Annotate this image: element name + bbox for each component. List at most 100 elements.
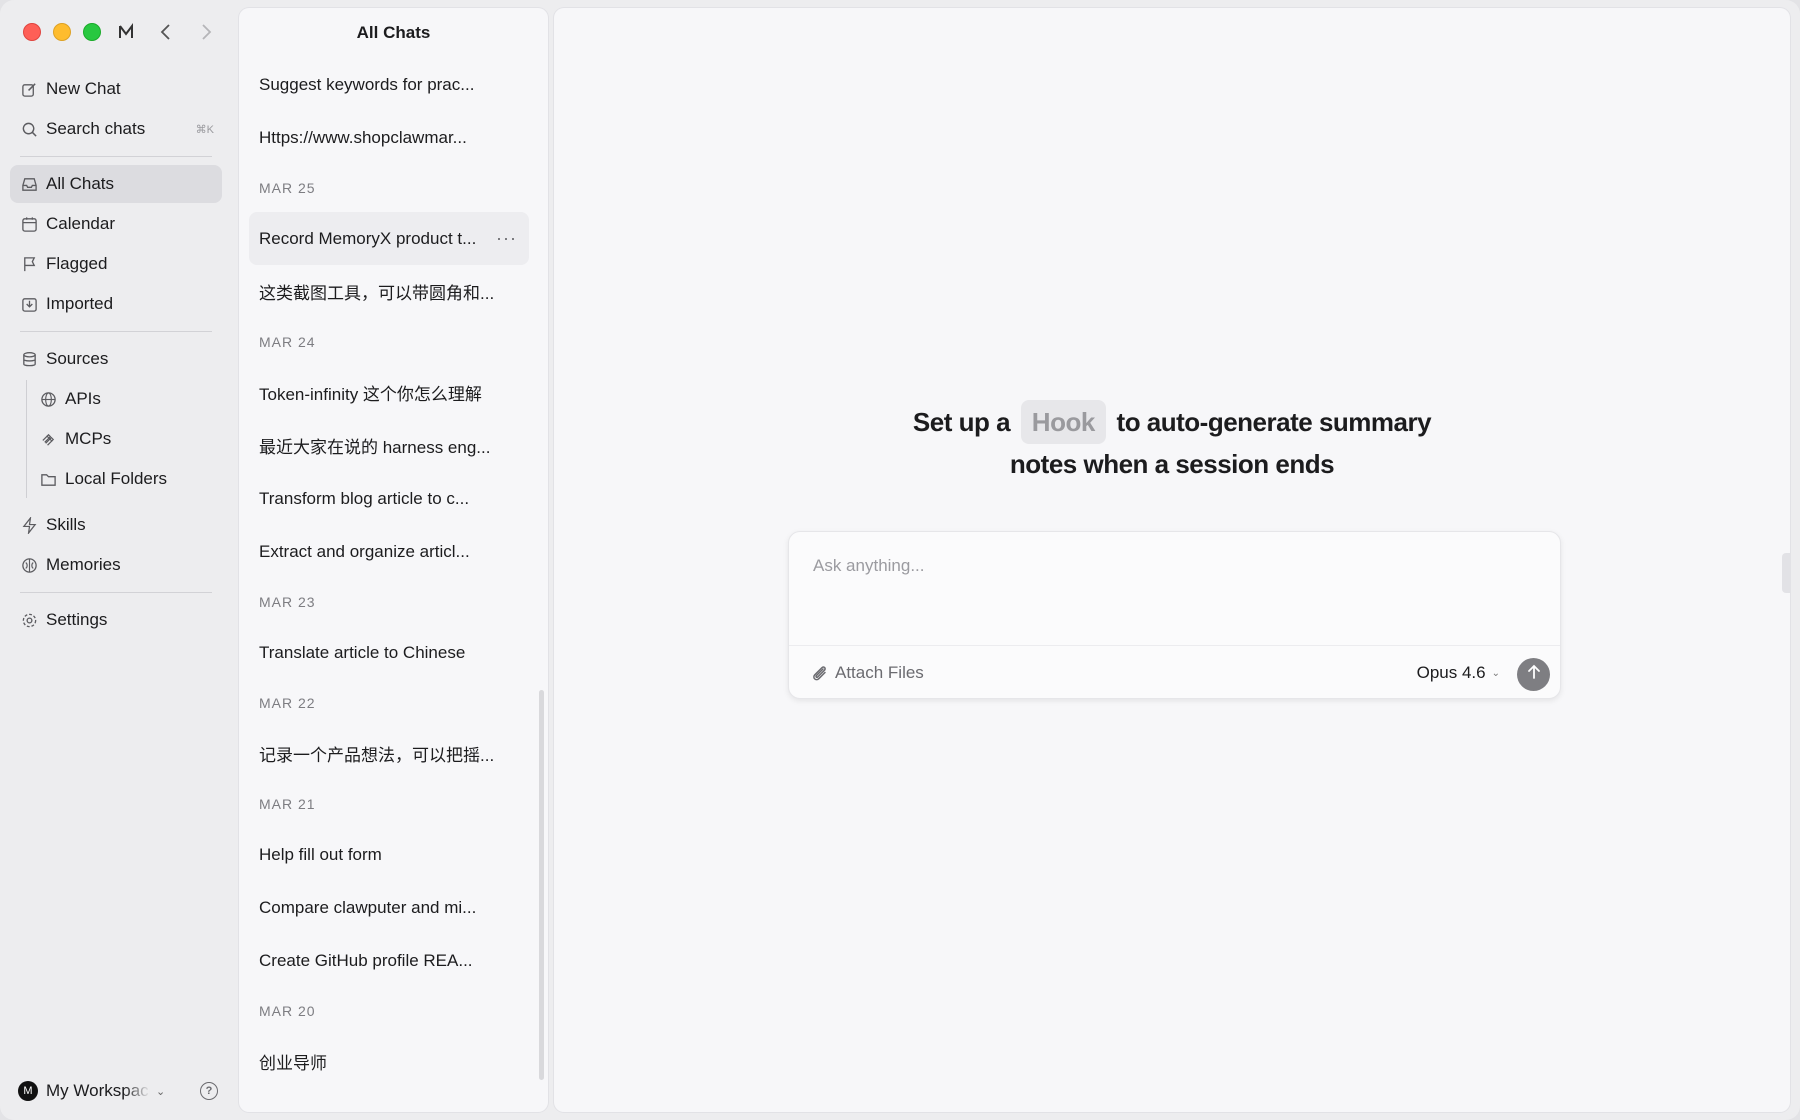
- all-chats-label: All Chats: [46, 174, 115, 193]
- date-header: MAR 21: [259, 796, 316, 812]
- attach-files-label: Attach Files: [835, 663, 924, 682]
- sidebar-item-imported[interactable]: Imported: [10, 285, 222, 323]
- chat-list-item[interactable]: Https://www.shopclawmar...: [249, 111, 529, 164]
- hook-prompt-line1: Set up a Hook to auto-generate summary: [554, 400, 1790, 444]
- divider: [20, 592, 212, 593]
- sidebar-item-settings[interactable]: Settings: [10, 601, 222, 639]
- chat-list-item[interactable]: Token-infinity 这个你怎么理解: [249, 366, 529, 419]
- sidebar-item-calendar[interactable]: Calendar: [10, 205, 222, 243]
- back-arrow-icon[interactable]: [156, 18, 176, 46]
- search-chats-label: Search chats: [46, 119, 146, 138]
- sidebar-item-mcps[interactable]: MCPs: [27, 420, 222, 458]
- sidebar: New Chat Search chats ⌘K All Chats Calen…: [0, 0, 236, 1120]
- date-header: MAR 20: [259, 1003, 316, 1019]
- paperclip-icon: [809, 663, 829, 683]
- apis-label: APIs: [65, 389, 101, 408]
- chat-list-item[interactable]: 记录一个产品想法，可以把摇...: [249, 727, 529, 780]
- composer: Attach Files Opus 4.6 ⌄: [788, 531, 1561, 699]
- attach-files-button[interactable]: Attach Files: [809, 663, 924, 683]
- calendar-label: Calendar: [46, 214, 115, 233]
- sidebar-nav: New Chat Search chats ⌘K All Chats Calen…: [10, 70, 222, 641]
- chat-list-item[interactable]: 最近大家在说的 harness eng...: [249, 419, 529, 472]
- arrow-up-icon: [1527, 664, 1541, 685]
- memories-label: Memories: [46, 555, 121, 574]
- search-icon: [20, 120, 38, 138]
- hook-prompt: Set up a Hook to auto-generate summary n…: [554, 400, 1790, 485]
- help-icon[interactable]: ?: [200, 1082, 218, 1100]
- chevron-down-icon: ⌄: [1491, 667, 1500, 679]
- chat-list-item[interactable]: Translate article to Chinese: [249, 626, 529, 679]
- mcps-label: MCPs: [65, 429, 112, 448]
- hero-text-post: to auto-generate summary: [1116, 407, 1432, 437]
- avatar: M: [18, 1081, 38, 1101]
- chat-list-item[interactable]: Transform blog article to c...: [249, 472, 529, 525]
- minimize-window-button[interactable]: [53, 23, 71, 41]
- chat-input[interactable]: [789, 532, 1560, 645]
- close-window-button[interactable]: [23, 23, 41, 41]
- chat-list-panel: All Chats Suggest keywords for prac... H…: [239, 8, 548, 1112]
- brain-icon: [20, 556, 38, 574]
- globe-icon: [39, 390, 57, 408]
- inbox-icon: [20, 175, 38, 193]
- skills-label: Skills: [46, 515, 86, 534]
- chat-list: Suggest keywords for prac... Https://www…: [239, 58, 539, 1088]
- panel-resize-handle[interactable]: [1782, 553, 1790, 593]
- date-header: MAR 24: [259, 334, 316, 350]
- chat-list-item[interactable]: 这类截图工具，可以带圆角和...: [249, 265, 529, 318]
- window-controls: [23, 23, 101, 41]
- sources-label: Sources: [46, 349, 109, 368]
- settings-label: Settings: [46, 610, 108, 629]
- hero-text-pre: Set up a: [912, 407, 1011, 437]
- app-window: New Chat Search chats ⌘K All Chats Calen…: [0, 0, 1800, 1120]
- chat-list-title: All Chats: [356, 23, 431, 42]
- sidebar-item-flagged[interactable]: Flagged: [10, 245, 222, 283]
- app-logo-icon[interactable]: [116, 18, 136, 46]
- sidebar-item-skills[interactable]: Skills: [10, 506, 222, 544]
- chat-list-item[interactable]: Compare clawputer and mi...: [249, 881, 529, 934]
- model-selector[interactable]: Opus 4.6 ⌄: [1417, 663, 1500, 683]
- sidebar-item-local-folders[interactable]: Local Folders: [27, 460, 222, 498]
- forward-arrow-icon[interactable]: [196, 18, 216, 46]
- zoom-window-button[interactable]: [83, 23, 101, 41]
- sidebar-item-all-chats[interactable]: All Chats: [10, 165, 222, 203]
- new-chat-button[interactable]: New Chat: [10, 70, 222, 108]
- compose-icon: [20, 80, 38, 98]
- calendar-icon: [20, 215, 38, 233]
- date-header: MAR 25: [259, 180, 316, 196]
- lightning-icon: [20, 516, 38, 534]
- hook-prompt-line2: notes when a session ends: [1009, 449, 1335, 479]
- flag-icon: [20, 255, 38, 273]
- search-chats-button[interactable]: Search chats ⌘K: [10, 110, 222, 148]
- more-options-icon[interactable]: ···: [496, 228, 517, 249]
- model-label: Opus 4.6: [1416, 663, 1486, 682]
- sidebar-item-apis[interactable]: APIs: [27, 380, 222, 418]
- hook-link[interactable]: Hook: [1020, 400, 1106, 444]
- new-chat-label: New Chat: [46, 79, 121, 98]
- send-button[interactable]: [1517, 658, 1550, 691]
- top-toolbar: [116, 18, 216, 46]
- flagged-label: Flagged: [46, 254, 108, 273]
- chevron-down-icon: ⌄: [156, 1085, 166, 1098]
- sidebar-item-memories[interactable]: Memories: [10, 546, 222, 584]
- chat-title: Record MemoryX product t...: [259, 228, 477, 248]
- divider: [20, 331, 212, 332]
- gear-icon: [20, 611, 38, 629]
- divider: [789, 645, 1560, 646]
- local-folders-label: Local Folders: [65, 469, 168, 488]
- chat-list-item[interactable]: 创业导师: [249, 1035, 529, 1088]
- chat-list-item[interactable]: Help fill out form: [249, 828, 529, 881]
- folder-icon: [39, 470, 57, 488]
- chat-list-item[interactable]: Create GitHub profile REA...: [249, 934, 529, 987]
- date-header: MAR 22: [259, 695, 316, 711]
- divider: [20, 156, 212, 157]
- chat-list-item[interactable]: Extract and organize articl...: [249, 525, 529, 578]
- sidebar-item-sources[interactable]: Sources: [10, 340, 222, 378]
- imported-label: Imported: [46, 294, 114, 313]
- search-shortcut: ⌘K: [195, 123, 214, 136]
- chat-list-item[interactable]: Record MemoryX product t... ···: [249, 212, 529, 265]
- scrollbar[interactable]: [539, 690, 544, 1080]
- main-panel: Set up a Hook to auto-generate summary n…: [554, 8, 1790, 1112]
- workspace-name: My Workspace: [46, 1081, 150, 1100]
- chat-list-item[interactable]: Suggest keywords for prac...: [249, 58, 529, 111]
- workspace-switcher[interactable]: M My Workspace ⌄ ?: [18, 1072, 218, 1110]
